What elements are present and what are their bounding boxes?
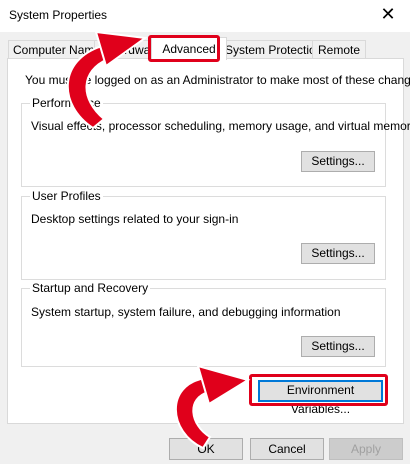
startup-recovery-description: System startup, system failure, and debu… <box>31 305 341 319</box>
performance-group: Performance Visual effects, processor sc… <box>21 96 410 187</box>
env-button-highlight <box>249 374 388 406</box>
admin-notice: You must be logged on as an Administrato… <box>25 73 410 87</box>
apply-button: Apply <box>329 438 403 460</box>
startup-recovery-settings-button[interactable]: Settings... <box>301 336 375 357</box>
tab-system-protection[interactable]: System Protection <box>220 40 321 59</box>
system-properties-window: System Properties ✕ Computer Name Hardwa… <box>0 0 410 464</box>
ok-button[interactable]: OK <box>169 438 243 460</box>
advanced-tab-panel: You must be logged on as an Administrato… <box>7 58 410 424</box>
close-icon[interactable]: ✕ <box>378 4 398 24</box>
performance-description: Visual effects, processor scheduling, me… <box>31 119 410 133</box>
user-profiles-group: User Profiles Desktop settings related t… <box>21 189 386 280</box>
performance-settings-button[interactable]: Settings... <box>301 151 375 172</box>
user-profiles-legend: User Profiles <box>30 189 103 203</box>
startup-recovery-group: Startup and Recovery System startup, sys… <box>21 281 386 367</box>
cancel-button[interactable]: Cancel <box>250 438 324 460</box>
title-bar: System Properties ✕ <box>0 0 410 32</box>
startup-recovery-legend: Startup and Recovery <box>30 281 151 295</box>
advanced-tab-highlight <box>148 35 220 62</box>
tab-remote[interactable]: Remote <box>312 40 366 59</box>
performance-legend: Performance <box>30 96 103 110</box>
window-title: System Properties <box>9 8 108 22</box>
user-profiles-settings-button[interactable]: Settings... <box>301 243 375 264</box>
user-profiles-description: Desktop settings related to your sign-in <box>31 212 239 226</box>
